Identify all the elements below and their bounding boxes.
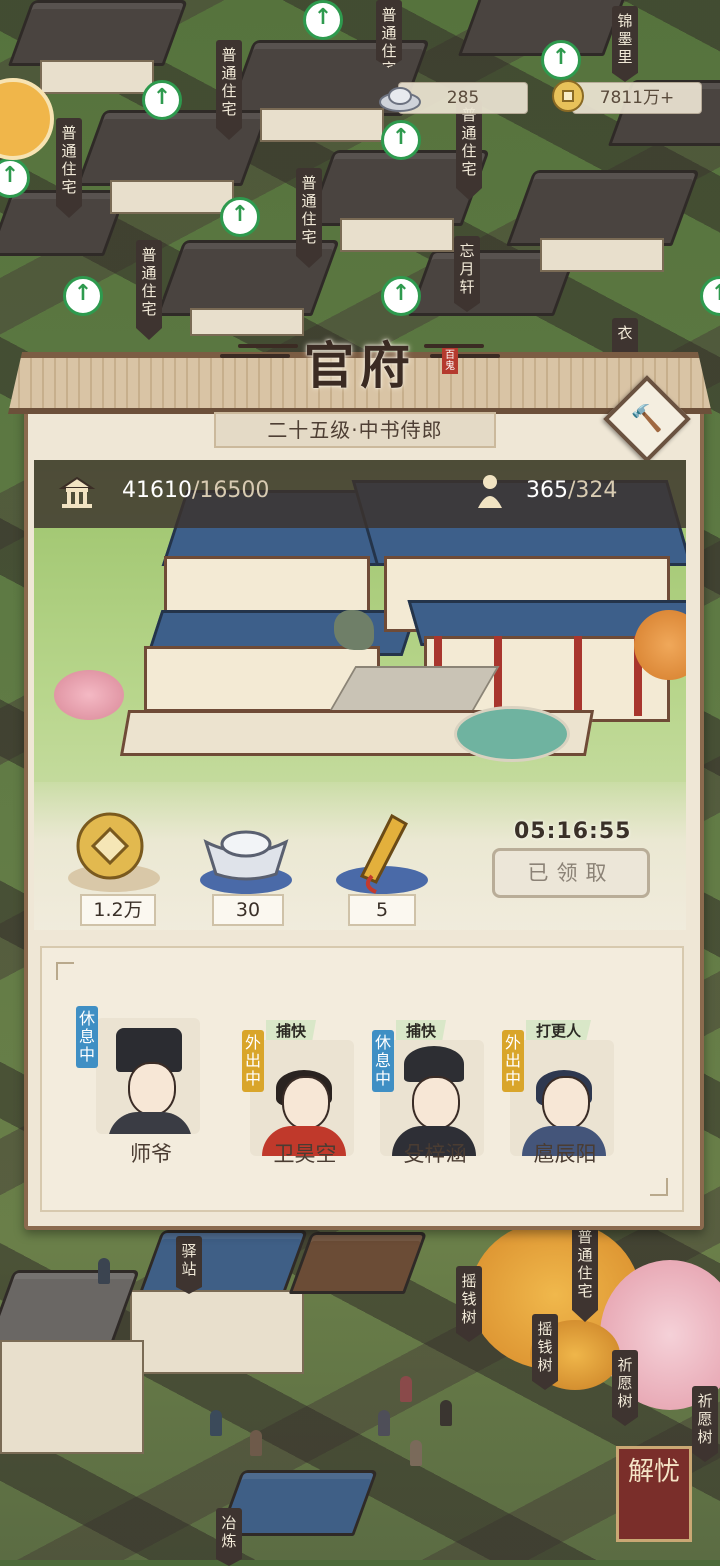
staff-role: 捕快 [396, 1020, 447, 1042]
status-badge-out: 外出中 [502, 1030, 524, 1092]
population-stat: 365/324 [526, 478, 617, 503]
reward-timer: 05:16:55 [514, 819, 632, 844]
label-wangyuexuan[interactable]: 忘月轩 [454, 236, 480, 312]
label-house-2[interactable]: 普通住宅 [216, 40, 242, 140]
stats-bar: 41610/16500 365/324 [34, 460, 686, 528]
jieyou-button[interactable]: 解忧 [616, 1446, 692, 1542]
label-house-3[interactable]: 普通住宅 [56, 118, 82, 218]
label-house-1[interactable]: 普通住宅 [376, 0, 402, 68]
token-reward-icon[interactable] [332, 806, 432, 898]
label-yaoqianshu-1[interactable]: 摇钱树 [456, 1266, 482, 1342]
staff-name: 师爷 [130, 1142, 172, 1166]
prosperity-stat: 41610/16500 [122, 478, 269, 503]
upgrade-icon[interactable]: ↑ [303, 0, 343, 40]
label-yizhan[interactable]: 驿站 [176, 1236, 202, 1294]
label-house-5[interactable]: 普通住宅 [296, 168, 322, 268]
panel-title: 官府 [304, 336, 416, 395]
staff-role: 捕快 [266, 1020, 317, 1042]
silver-value: 285 [446, 88, 480, 108]
label-jinmoli[interactable]: 锦墨里 [612, 6, 638, 82]
coin-icon [552, 80, 584, 112]
label-qiyuanshu-2[interactable]: 祈愿树 [692, 1386, 718, 1462]
label-yelian[interactable]: 冶炼 [216, 1508, 242, 1566]
status-badge-out: 外出中 [242, 1030, 264, 1092]
label-qiyuanshu-1[interactable]: 祈愿树 [612, 1350, 638, 1426]
staff-card[interactable]: 打更人 外出中 扈辰阳 [500, 1010, 630, 1180]
staff-card[interactable]: 休息中 师爷 [76, 1006, 216, 1180]
staff-name: 扈辰阳 [533, 1142, 597, 1166]
hammer-icon: 🔨 [630, 404, 664, 434]
label-house-6[interactable]: 普通住宅 [136, 240, 162, 340]
upgrade-icon[interactable]: ↑ [220, 197, 260, 237]
rank-level: 二十五级·中书侍郎 [214, 412, 496, 448]
status-badge-rest: 休息中 [76, 1006, 98, 1068]
label-yaoqianshu-2[interactable]: 摇钱树 [532, 1314, 558, 1390]
silver-ingot-icon [379, 87, 421, 112]
label-house-4[interactable]: 普通住宅 [456, 100, 482, 200]
population-cap: /324 [568, 478, 618, 503]
coin-counter: 7811万+ [572, 82, 702, 114]
staff-portrait [96, 1018, 200, 1134]
status-badge-rest: 休息中 [372, 1030, 394, 1092]
coin-reward-value: 1.2万 [80, 894, 156, 926]
label-house-7[interactable]: 普通住宅 [572, 1222, 598, 1322]
upgrade-icon[interactable]: ↑ [63, 276, 103, 316]
token-reward-value: 5 [348, 894, 416, 926]
upgrade-icon[interactable]: ↑ [142, 80, 182, 120]
prosperity-icon [58, 476, 96, 508]
staff-role: 打更人 [526, 1020, 592, 1042]
population-icon [478, 475, 502, 508]
coin-reward-icon[interactable] [64, 806, 164, 896]
staff-name: 殳梓涵 [403, 1142, 467, 1166]
staff-card[interactable]: 捕快 外出中 卫昊空 [240, 1010, 370, 1180]
staff-card[interactable]: 捕快 休息中 殳梓涵 [370, 1010, 500, 1180]
upgrade-icon[interactable]: ↑ [700, 276, 720, 316]
upgrade-icon[interactable]: ↑ [381, 120, 421, 160]
population-value: 365 [526, 478, 568, 503]
prosperity-value: 41610 [122, 478, 192, 503]
claimed-button[interactable]: 已领取 [492, 848, 650, 898]
panel-header: 官府 百鬼 [180, 318, 540, 395]
title-seal: 百鬼 [442, 348, 458, 374]
prosperity-cap: /16500 [192, 478, 270, 503]
coin-value: 7811万+ [599, 88, 675, 108]
staff-name: 卫昊空 [273, 1142, 337, 1166]
silver-reward-icon[interactable] [196, 818, 296, 898]
upgrade-icon[interactable]: ↑ [541, 40, 581, 80]
silver-reward-value: 30 [212, 894, 284, 926]
upgrade-icon[interactable]: ↑ [381, 276, 421, 316]
